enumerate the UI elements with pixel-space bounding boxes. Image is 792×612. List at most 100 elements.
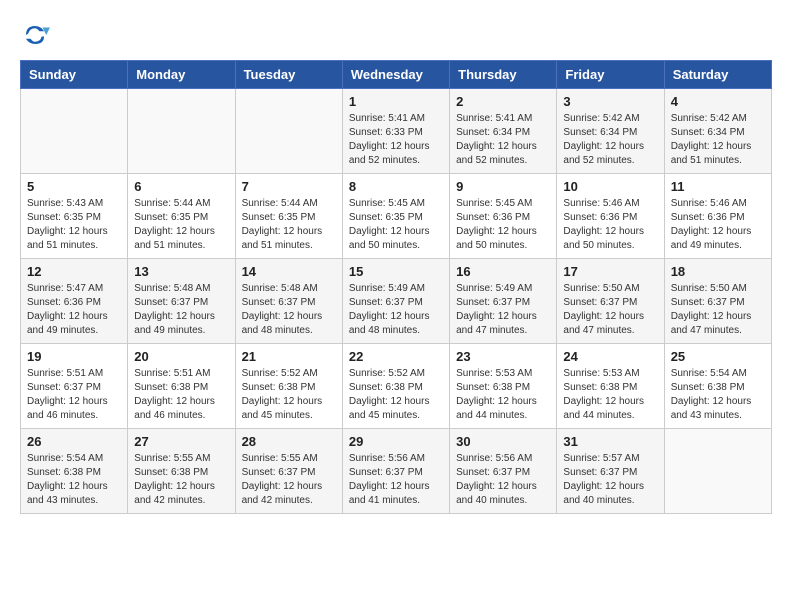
day-number: 22 [349,349,443,364]
day-info: Sunrise: 5:47 AM Sunset: 6:36 PM Dayligh… [27,282,121,338]
calendar-day-cell: 23 Sunrise: 5:53 AM Sunset: 6:38 PM Dayli… [450,344,557,429]
calendar-table: SundayMondayTuesdayWednesdayThursdayFrid… [20,60,772,514]
day-number: 18 [671,264,765,279]
day-info: Sunrise: 5:51 AM Sunset: 6:38 PM Dayligh… [134,367,228,423]
day-number: 26 [27,434,121,449]
day-number: 14 [242,264,336,279]
day-number: 21 [242,349,336,364]
day-info: Sunrise: 5:50 AM Sunset: 6:37 PM Dayligh… [671,282,765,338]
day-of-week-header: Sunday [21,61,128,89]
calendar-week-row: 12 Sunrise: 5:47 AM Sunset: 6:36 PM Dayli… [21,259,772,344]
calendar-day-cell: 10 Sunrise: 5:46 AM Sunset: 6:36 PM Dayli… [557,174,664,259]
day-info: Sunrise: 5:44 AM Sunset: 6:35 PM Dayligh… [134,197,228,253]
day-info: Sunrise: 5:42 AM Sunset: 6:34 PM Dayligh… [671,112,765,168]
calendar-day-cell [664,429,771,514]
calendar-day-cell: 6 Sunrise: 5:44 AM Sunset: 6:35 PM Daylig… [128,174,235,259]
day-number: 10 [563,179,657,194]
calendar-week-row: 5 Sunrise: 5:43 AM Sunset: 6:35 PM Daylig… [21,174,772,259]
day-info: Sunrise: 5:52 AM Sunset: 6:38 PM Dayligh… [349,367,443,423]
calendar-day-cell: 2 Sunrise: 5:41 AM Sunset: 6:34 PM Daylig… [450,89,557,174]
day-info: Sunrise: 5:48 AM Sunset: 6:37 PM Dayligh… [134,282,228,338]
day-info: Sunrise: 5:53 AM Sunset: 6:38 PM Dayligh… [456,367,550,423]
day-of-week-header: Saturday [664,61,771,89]
day-of-week-header: Thursday [450,61,557,89]
calendar-day-cell [235,89,342,174]
day-number: 1 [349,94,443,109]
calendar-day-cell: 14 Sunrise: 5:48 AM Sunset: 6:37 PM Dayli… [235,259,342,344]
calendar-day-cell: 11 Sunrise: 5:46 AM Sunset: 6:36 PM Dayli… [664,174,771,259]
day-info: Sunrise: 5:50 AM Sunset: 6:37 PM Dayligh… [563,282,657,338]
day-number: 7 [242,179,336,194]
calendar-day-cell: 18 Sunrise: 5:50 AM Sunset: 6:37 PM Dayli… [664,259,771,344]
calendar-day-cell: 12 Sunrise: 5:47 AM Sunset: 6:36 PM Dayli… [21,259,128,344]
calendar-week-row: 26 Sunrise: 5:54 AM Sunset: 6:38 PM Dayli… [21,429,772,514]
day-info: Sunrise: 5:41 AM Sunset: 6:33 PM Dayligh… [349,112,443,168]
day-info: Sunrise: 5:56 AM Sunset: 6:37 PM Dayligh… [456,452,550,508]
calendar-day-cell: 19 Sunrise: 5:51 AM Sunset: 6:37 PM Dayli… [21,344,128,429]
day-info: Sunrise: 5:49 AM Sunset: 6:37 PM Dayligh… [349,282,443,338]
day-number: 17 [563,264,657,279]
day-info: Sunrise: 5:51 AM Sunset: 6:37 PM Dayligh… [27,367,121,423]
page-header [20,20,772,50]
calendar-week-row: 1 Sunrise: 5:41 AM Sunset: 6:33 PM Daylig… [21,89,772,174]
calendar-week-row: 19 Sunrise: 5:51 AM Sunset: 6:37 PM Dayli… [21,344,772,429]
day-info: Sunrise: 5:41 AM Sunset: 6:34 PM Dayligh… [456,112,550,168]
calendar-day-cell: 25 Sunrise: 5:54 AM Sunset: 6:38 PM Dayli… [664,344,771,429]
calendar-day-cell: 27 Sunrise: 5:55 AM Sunset: 6:38 PM Dayli… [128,429,235,514]
day-number: 12 [27,264,121,279]
day-info: Sunrise: 5:57 AM Sunset: 6:37 PM Dayligh… [563,452,657,508]
day-number: 5 [27,179,121,194]
day-number: 6 [134,179,228,194]
calendar-day-cell: 17 Sunrise: 5:50 AM Sunset: 6:37 PM Dayli… [557,259,664,344]
calendar-day-cell: 7 Sunrise: 5:44 AM Sunset: 6:35 PM Daylig… [235,174,342,259]
calendar-day-cell: 4 Sunrise: 5:42 AM Sunset: 6:34 PM Daylig… [664,89,771,174]
calendar-day-cell: 22 Sunrise: 5:52 AM Sunset: 6:38 PM Dayli… [342,344,449,429]
day-number: 3 [563,94,657,109]
calendar-day-cell: 20Sunrise: 5:51 AM Sunset: 6:38 PM Dayli… [128,344,235,429]
logo-icon [20,20,50,50]
day-number: 11 [671,179,765,194]
calendar-day-cell: 21Sunrise: 5:52 AM Sunset: 6:38 PM Dayli… [235,344,342,429]
calendar-day-cell: 30 Sunrise: 5:56 AM Sunset: 6:37 PM Dayli… [450,429,557,514]
day-info: Sunrise: 5:55 AM Sunset: 6:38 PM Dayligh… [134,452,228,508]
calendar-day-cell: 5 Sunrise: 5:43 AM Sunset: 6:35 PM Daylig… [21,174,128,259]
day-info: Sunrise: 5:48 AM Sunset: 6:37 PM Dayligh… [242,282,336,338]
calendar-day-cell: 29 Sunrise: 5:56 AM Sunset: 6:37 PM Dayli… [342,429,449,514]
day-number: 24 [563,349,657,364]
day-of-week-header: Friday [557,61,664,89]
calendar-day-cell [128,89,235,174]
day-info: Sunrise: 5:49 AM Sunset: 6:37 PM Dayligh… [456,282,550,338]
day-info: Sunrise: 5:53 AM Sunset: 6:38 PM Dayligh… [563,367,657,423]
calendar-day-cell: 8Sunrise: 5:45 AM Sunset: 6:35 PM Daylig… [342,174,449,259]
day-info: Sunrise: 5:54 AM Sunset: 6:38 PM Dayligh… [27,452,121,508]
day-number: 27 [134,434,228,449]
day-number: 2 [456,94,550,109]
calendar-day-cell: 3Sunrise: 5:42 AM Sunset: 6:34 PM Daylig… [557,89,664,174]
day-info: Sunrise: 5:43 AM Sunset: 6:35 PM Dayligh… [27,197,121,253]
logo [20,20,54,50]
day-number: 4 [671,94,765,109]
day-number: 30 [456,434,550,449]
day-info: Sunrise: 5:45 AM Sunset: 6:35 PM Dayligh… [349,197,443,253]
day-of-week-header: Monday [128,61,235,89]
day-info: Sunrise: 5:54 AM Sunset: 6:38 PM Dayligh… [671,367,765,423]
calendar-day-cell: 31Sunrise: 5:57 AM Sunset: 6:37 PM Dayli… [557,429,664,514]
calendar-header-row: SundayMondayTuesdayWednesdayThursdayFrid… [21,61,772,89]
day-number: 23 [456,349,550,364]
calendar-day-cell: 1 Sunrise: 5:41 AM Sunset: 6:33 PM Daylig… [342,89,449,174]
day-info: Sunrise: 5:46 AM Sunset: 6:36 PM Dayligh… [563,197,657,253]
day-number: 29 [349,434,443,449]
calendar-day-cell: 15Sunrise: 5:49 AM Sunset: 6:37 PM Dayli… [342,259,449,344]
calendar-day-cell: 13 Sunrise: 5:48 AM Sunset: 6:37 PM Dayli… [128,259,235,344]
day-number: 25 [671,349,765,364]
calendar-day-cell: 9Sunrise: 5:45 AM Sunset: 6:36 PM Daylig… [450,174,557,259]
day-number: 9 [456,179,550,194]
day-info: Sunrise: 5:56 AM Sunset: 6:37 PM Dayligh… [349,452,443,508]
day-number: 19 [27,349,121,364]
day-of-week-header: Wednesday [342,61,449,89]
day-info: Sunrise: 5:44 AM Sunset: 6:35 PM Dayligh… [242,197,336,253]
day-of-week-header: Tuesday [235,61,342,89]
day-info: Sunrise: 5:46 AM Sunset: 6:36 PM Dayligh… [671,197,765,253]
calendar-day-cell [21,89,128,174]
day-number: 13 [134,264,228,279]
